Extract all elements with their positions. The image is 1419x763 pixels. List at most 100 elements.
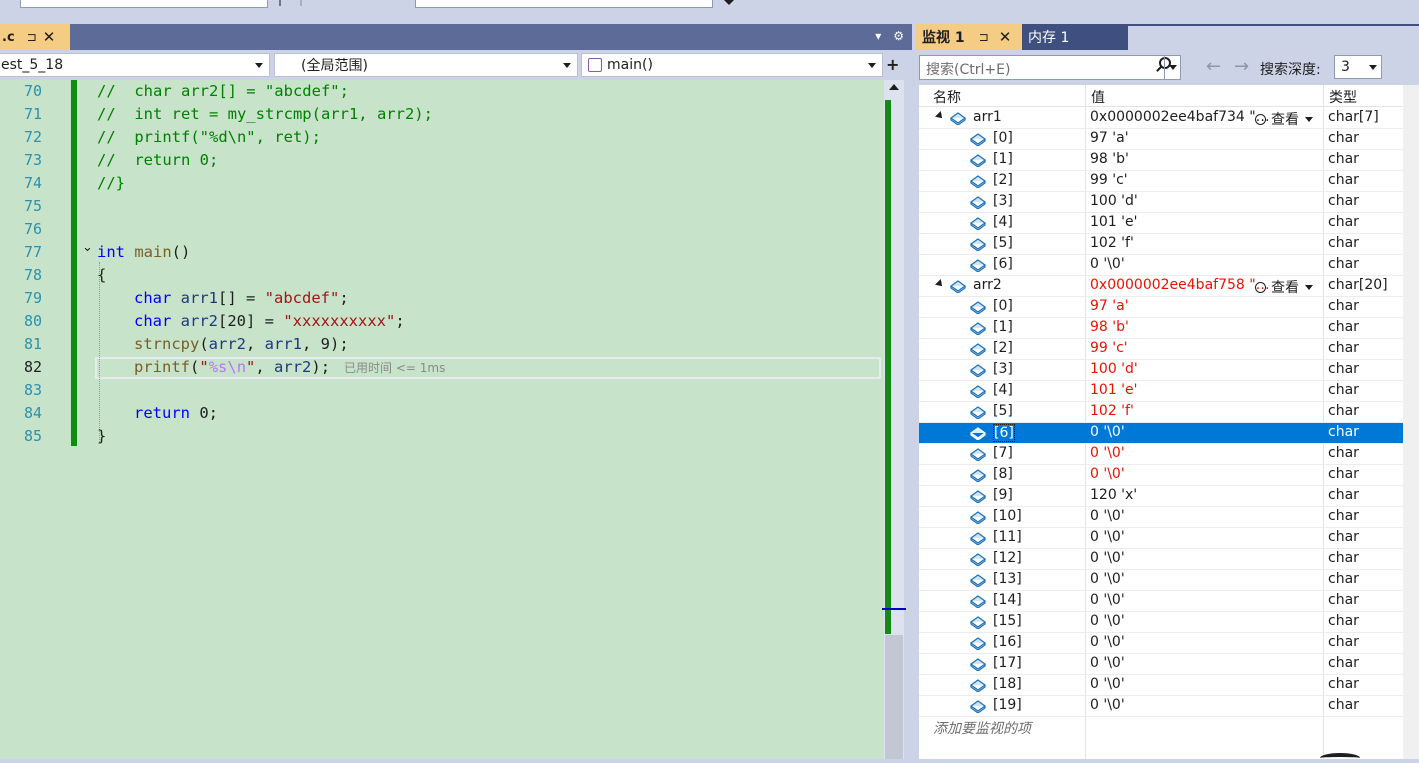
gear-icon[interactable]: ⚙ bbox=[893, 29, 904, 43]
close-icon[interactable]: ✕ bbox=[999, 28, 1012, 46]
watch-value[interactable]: 0 '\0' bbox=[1090, 256, 1125, 272]
watch-row-element[interactable]: [10] 0 '\0' char bbox=[919, 507, 1403, 528]
watch-value[interactable]: 97 'a' bbox=[1090, 130, 1129, 146]
watch-row-element[interactable]: [4] 101 'e' char bbox=[919, 213, 1403, 234]
variable-field-icon bbox=[970, 595, 986, 608]
watch-value[interactable]: 0 '\0' bbox=[1090, 634, 1125, 650]
watch-type: char bbox=[1328, 571, 1359, 587]
pin-icon[interactable]: ⊐ bbox=[27, 30, 37, 44]
watch-value[interactable]: 99 'c' bbox=[1090, 172, 1128, 188]
watch-value[interactable]: 0 '\0' bbox=[1090, 508, 1125, 524]
watch-value[interactable]: 0 '\0' bbox=[1090, 613, 1125, 629]
watch-value[interactable]: 99 'c' bbox=[1090, 340, 1128, 356]
search-input[interactable]: 搜索(Ctrl+E) bbox=[919, 55, 1181, 80]
editor-vertical-scrollbar[interactable] bbox=[882, 80, 906, 759]
watch-row-element[interactable]: [3] 100 'd' char bbox=[919, 192, 1403, 213]
watch-value[interactable]: 100 'd' bbox=[1090, 193, 1138, 209]
search-options-dropdown[interactable] bbox=[1164, 55, 1181, 80]
watch-row-element[interactable]: [2] 99 'c' char bbox=[919, 339, 1403, 360]
expand-triangle-icon[interactable] bbox=[935, 111, 945, 121]
watch-row-element[interactable]: [5] 102 'f' char bbox=[919, 402, 1403, 423]
add-watch-item[interactable]: 添加要监视的项 bbox=[919, 716, 1403, 738]
scroll-up-icon[interactable] bbox=[889, 84, 899, 90]
watch-value[interactable]: 0 '\0' bbox=[1090, 697, 1125, 713]
watch-value[interactable]: 0 '\0' bbox=[1090, 529, 1125, 545]
target-dropdown[interactable] bbox=[415, 0, 713, 8]
scrollbar-thumb[interactable] bbox=[885, 635, 903, 759]
watch-value[interactable]: 0 '\0' bbox=[1090, 550, 1125, 566]
tab-memory-1[interactable]: 内存 1 bbox=[1022, 24, 1128, 50]
watch-value[interactable]: 0 '\0' bbox=[1090, 676, 1125, 692]
watch-row-element[interactable]: [14] 0 '\0' char bbox=[919, 591, 1403, 612]
watch-row-element[interactable]: [18] 0 '\0' char bbox=[919, 675, 1403, 696]
watch-row-element[interactable]: [0] 97 'a' char bbox=[919, 129, 1403, 150]
watch-value[interactable]: 101 'e' bbox=[1090, 214, 1137, 230]
watch-value[interactable]: 0 '\0' bbox=[1090, 466, 1125, 482]
pin-icon[interactable]: ⊐ bbox=[979, 30, 989, 44]
watch-type: char bbox=[1328, 319, 1359, 335]
watch-row-element[interactable]: [19] 0 '\0' char bbox=[919, 696, 1403, 717]
watch-row-element[interactable]: [12] 0 '\0' char bbox=[919, 549, 1403, 570]
watch-row-element[interactable]: [7] 0 '\0' char bbox=[919, 444, 1403, 465]
watch-value[interactable]: 102 'f' bbox=[1090, 235, 1134, 251]
watch-name: [5] bbox=[993, 403, 1013, 419]
watch-value[interactable]: 0 '\0' bbox=[1090, 445, 1125, 461]
watch-row-element[interactable]: [3] 100 'd' char bbox=[919, 360, 1403, 381]
variable-field-icon bbox=[970, 553, 986, 566]
watch-row-element[interactable]: [6] 0 '\0' char bbox=[919, 255, 1403, 276]
watch-row-element[interactable]: [1] 98 'b' char bbox=[919, 318, 1403, 339]
tab-overflow-icon[interactable]: ▾ bbox=[875, 29, 881, 43]
watch-value[interactable]: 0x0000002ee4baf734 "… bbox=[1090, 109, 1270, 125]
watch-value[interactable]: 120 'x' bbox=[1090, 487, 1137, 503]
function-dropdown[interactable]: main() bbox=[581, 53, 883, 77]
expand-triangle-icon[interactable] bbox=[935, 279, 945, 289]
watch-value[interactable]: 98 'b' bbox=[1090, 151, 1129, 167]
solution-config-dropdown[interactable] bbox=[20, 0, 268, 8]
watch-row-variable[interactable]: arr1 0x0000002ee4baf734 "… 查看 char[7] bbox=[919, 108, 1403, 129]
watch-row-element[interactable]: [2] 99 'c' char bbox=[919, 171, 1403, 192]
watch-row-element[interactable]: [11] 0 '\0' char bbox=[919, 528, 1403, 549]
column-header-type[interactable]: 类型 bbox=[1329, 87, 1357, 107]
watch-row-element[interactable]: [0] 97 'a' char bbox=[919, 297, 1403, 318]
column-header-value[interactable]: 值 bbox=[1091, 87, 1105, 107]
watch-value[interactable]: 0x0000002ee4baf758 "… bbox=[1090, 277, 1270, 293]
watch-row-element[interactable]: [6] 0 '\0' char bbox=[919, 423, 1403, 444]
watch-value[interactable]: 0 '\0' bbox=[1090, 592, 1125, 608]
chevron-down-icon[interactable] bbox=[724, 0, 734, 5]
code-text-area[interactable]: 70 71 72 73 74 75 76 77 78 79 80 81 82 83 84 85 ⌄ // ch… bbox=[0, 80, 884, 759]
view-visualizer-button[interactable]: 查看 bbox=[1255, 277, 1313, 297]
view-visualizer-button[interactable]: 查看 bbox=[1255, 109, 1313, 129]
close-icon[interactable]: ✕ bbox=[43, 28, 56, 46]
watch-row-element[interactable]: [8] 0 '\0' char bbox=[919, 465, 1403, 486]
tab-watch-1[interactable]: 监视 1 ⊐ ✕ bbox=[916, 24, 1022, 50]
watch-value[interactable]: 0 '\0' bbox=[1090, 655, 1125, 671]
split-editor-icon[interactable]: + bbox=[886, 55, 899, 74]
watch-value[interactable]: 98 'b' bbox=[1090, 319, 1129, 335]
watch-value[interactable]: 100 'd' bbox=[1090, 361, 1138, 377]
code-editor-pane: .c ⊐ ✕ ▾ ⚙ est_5_18 (全局范围) main() + 70 71… bbox=[0, 17, 912, 759]
forward-arrow-icon[interactable]: → bbox=[1234, 56, 1249, 77]
watch-row-element[interactable]: [5] 102 'f' char bbox=[919, 234, 1403, 255]
tab-source-file[interactable]: .c ⊐ ✕ bbox=[0, 24, 70, 50]
watch-row-element[interactable]: [17] 0 '\0' char bbox=[919, 654, 1403, 675]
back-arrow-icon[interactable]: ← bbox=[1206, 56, 1221, 77]
toolbar-disabled-button[interactable] bbox=[300, 0, 314, 6]
search-depth-dropdown[interactable]: 3 bbox=[1334, 55, 1382, 79]
watch-row-element[interactable]: [15] 0 '\0' char bbox=[919, 612, 1403, 633]
watch-row-element[interactable]: [1] 98 'b' char bbox=[919, 150, 1403, 171]
watch-vertical-scrollbar[interactable] bbox=[1403, 85, 1419, 759]
watch-value[interactable]: 0 '\0' bbox=[1090, 571, 1125, 587]
watch-value[interactable]: 101 'e' bbox=[1090, 382, 1137, 398]
watch-value[interactable]: 0 '\0' bbox=[1090, 424, 1125, 440]
watch-row-element[interactable]: [13] 0 '\0' char bbox=[919, 570, 1403, 591]
watch-row-element[interactable]: [16] 0 '\0' char bbox=[919, 633, 1403, 654]
project-dropdown[interactable]: est_5_18 bbox=[0, 53, 270, 77]
collapse-chevron-icon[interactable]: ⌄ bbox=[82, 240, 93, 255]
watch-value[interactable]: 102 'f' bbox=[1090, 403, 1134, 419]
watch-value[interactable]: 97 'a' bbox=[1090, 298, 1129, 314]
scope-dropdown[interactable]: (全局范围) bbox=[274, 53, 578, 77]
watch-row-element[interactable]: [9] 120 'x' char bbox=[919, 486, 1403, 507]
column-header-name[interactable]: 名称 bbox=[933, 87, 961, 107]
watch-row-variable[interactable]: arr2 0x0000002ee4baf758 "… 查看 char[20] bbox=[919, 276, 1403, 297]
watch-row-element[interactable]: [4] 101 'e' char bbox=[919, 381, 1403, 402]
